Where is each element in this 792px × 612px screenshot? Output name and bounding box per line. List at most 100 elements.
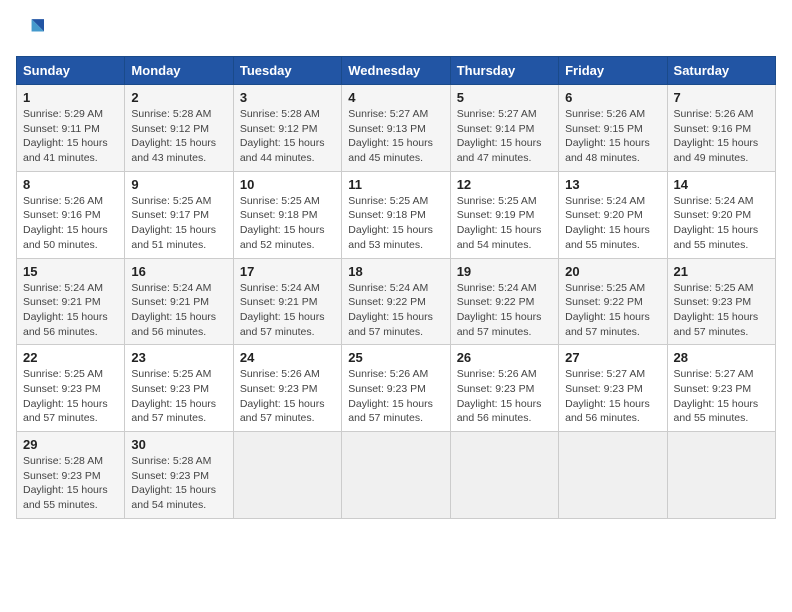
day-number: 3: [240, 90, 335, 105]
calendar-table: SundayMondayTuesdayWednesdayThursdayFrid…: [16, 56, 776, 519]
day-detail: Sunrise: 5:24 AMSunset: 9:22 PMDaylight:…: [457, 282, 542, 338]
day-number: 18: [348, 264, 443, 279]
day-number: 6: [565, 90, 660, 105]
day-number: 24: [240, 350, 335, 365]
day-detail: Sunrise: 5:24 AMSunset: 9:21 PMDaylight:…: [131, 282, 216, 338]
day-number: 13: [565, 177, 660, 192]
calendar-cell: 24 Sunrise: 5:26 AMSunset: 9:23 PMDayligh…: [233, 345, 341, 432]
calendar-header: SundayMondayTuesdayWednesdayThursdayFrid…: [17, 57, 776, 85]
day-detail: Sunrise: 5:27 AMSunset: 9:14 PMDaylight:…: [457, 108, 542, 164]
day-number: 4: [348, 90, 443, 105]
day-detail: Sunrise: 5:26 AMSunset: 9:15 PMDaylight:…: [565, 108, 650, 164]
logo-icon: [16, 16, 44, 44]
day-number: 5: [457, 90, 552, 105]
calendar-cell: 1Sunrise: 5:29 AMSunset: 9:11 PMDaylight…: [17, 85, 125, 172]
day-number: 19: [457, 264, 552, 279]
calendar-cell: [450, 432, 558, 519]
calendar-cell: 7 Sunrise: 5:26 AMSunset: 9:16 PMDaylight…: [667, 85, 775, 172]
calendar-cell: [559, 432, 667, 519]
calendar-cell: 21 Sunrise: 5:25 AMSunset: 9:23 PMDayligh…: [667, 258, 775, 345]
day-number: 25: [348, 350, 443, 365]
day-detail: Sunrise: 5:25 AMSunset: 9:23 PMDaylight:…: [674, 282, 759, 338]
day-number: 17: [240, 264, 335, 279]
day-number: 21: [674, 264, 769, 279]
day-detail: Sunrise: 5:28 AMSunset: 9:12 PMDaylight:…: [131, 108, 216, 164]
calendar-cell: 12 Sunrise: 5:25 AMSunset: 9:19 PMDayligh…: [450, 171, 558, 258]
week-row-4: 22 Sunrise: 5:25 AMSunset: 9:23 PMDayligh…: [17, 345, 776, 432]
calendar-cell: 18 Sunrise: 5:24 AMSunset: 9:22 PMDayligh…: [342, 258, 450, 345]
column-header-friday: Friday: [559, 57, 667, 85]
calendar-cell: 22 Sunrise: 5:25 AMSunset: 9:23 PMDayligh…: [17, 345, 125, 432]
day-number: 9: [131, 177, 226, 192]
day-detail: Sunrise: 5:25 AMSunset: 9:23 PMDaylight:…: [23, 368, 108, 424]
calendar-cell: [342, 432, 450, 519]
day-detail: Sunrise: 5:26 AMSunset: 9:23 PMDaylight:…: [457, 368, 542, 424]
calendar-cell: 30 Sunrise: 5:28 AMSunset: 9:23 PMDayligh…: [125, 432, 233, 519]
calendar-cell: 16 Sunrise: 5:24 AMSunset: 9:21 PMDayligh…: [125, 258, 233, 345]
column-header-wednesday: Wednesday: [342, 57, 450, 85]
day-number: 10: [240, 177, 335, 192]
day-detail: Sunrise: 5:27 AMSunset: 9:23 PMDaylight:…: [565, 368, 650, 424]
day-detail: Sunrise: 5:24 AMSunset: 9:20 PMDaylight:…: [674, 195, 759, 251]
day-number: 14: [674, 177, 769, 192]
day-detail: Sunrise: 5:25 AMSunset: 9:19 PMDaylight:…: [457, 195, 542, 251]
calendar-cell: 29 Sunrise: 5:28 AMSunset: 9:23 PMDayligh…: [17, 432, 125, 519]
day-number: 8: [23, 177, 118, 192]
calendar-body: 1Sunrise: 5:29 AMSunset: 9:11 PMDaylight…: [17, 85, 776, 519]
day-number: 28: [674, 350, 769, 365]
day-number: 29: [23, 437, 118, 452]
day-number: 30: [131, 437, 226, 452]
logo: [16, 16, 48, 44]
calendar-cell: 4 Sunrise: 5:27 AMSunset: 9:13 PMDaylight…: [342, 85, 450, 172]
calendar-cell: 8 Sunrise: 5:26 AMSunset: 9:16 PMDaylight…: [17, 171, 125, 258]
day-detail: Sunrise: 5:25 AMSunset: 9:22 PMDaylight:…: [565, 282, 650, 338]
day-number: 27: [565, 350, 660, 365]
day-detail: Sunrise: 5:26 AMSunset: 9:16 PMDaylight:…: [23, 195, 108, 251]
calendar-cell: [667, 432, 775, 519]
calendar-cell: 10 Sunrise: 5:25 AMSunset: 9:18 PMDayligh…: [233, 171, 341, 258]
day-detail: Sunrise: 5:25 AMSunset: 9:18 PMDaylight:…: [240, 195, 325, 251]
calendar-cell: 14 Sunrise: 5:24 AMSunset: 9:20 PMDayligh…: [667, 171, 775, 258]
day-number: 20: [565, 264, 660, 279]
calendar-cell: 5 Sunrise: 5:27 AMSunset: 9:14 PMDaylight…: [450, 85, 558, 172]
day-detail: Sunrise: 5:24 AMSunset: 9:21 PMDaylight:…: [23, 282, 108, 338]
column-header-monday: Monday: [125, 57, 233, 85]
calendar-cell: 19 Sunrise: 5:24 AMSunset: 9:22 PMDayligh…: [450, 258, 558, 345]
day-detail: Sunrise: 5:24 AMSunset: 9:20 PMDaylight:…: [565, 195, 650, 251]
day-detail: Sunrise: 5:28 AMSunset: 9:23 PMDaylight:…: [131, 455, 216, 511]
day-detail: Sunrise: 5:28 AMSunset: 9:23 PMDaylight:…: [23, 455, 108, 511]
day-number: 22: [23, 350, 118, 365]
calendar-cell: 2Sunrise: 5:28 AMSunset: 9:12 PMDaylight…: [125, 85, 233, 172]
day-detail: Sunrise: 5:25 AMSunset: 9:18 PMDaylight:…: [348, 195, 433, 251]
day-number: 15: [23, 264, 118, 279]
calendar-cell: 26Sunrise: 5:26 AMSunset: 9:23 PMDayligh…: [450, 345, 558, 432]
calendar-cell: 17 Sunrise: 5:24 AMSunset: 9:21 PMDayligh…: [233, 258, 341, 345]
day-detail: Sunrise: 5:27 AMSunset: 9:23 PMDaylight:…: [674, 368, 759, 424]
calendar-cell: 13 Sunrise: 5:24 AMSunset: 9:20 PMDayligh…: [559, 171, 667, 258]
day-number: 12: [457, 177, 552, 192]
day-number: 1: [23, 90, 118, 105]
column-header-saturday: Saturday: [667, 57, 775, 85]
day-number: 16: [131, 264, 226, 279]
day-number: 7: [674, 90, 769, 105]
calendar-cell: 3 Sunrise: 5:28 AMSunset: 9:12 PMDaylight…: [233, 85, 341, 172]
day-detail: Sunrise: 5:24 AMSunset: 9:22 PMDaylight:…: [348, 282, 433, 338]
calendar-cell: 27 Sunrise: 5:27 AMSunset: 9:23 PMDayligh…: [559, 345, 667, 432]
header: [16, 16, 776, 44]
week-row-1: 1Sunrise: 5:29 AMSunset: 9:11 PMDaylight…: [17, 85, 776, 172]
day-detail: Sunrise: 5:27 AMSunset: 9:13 PMDaylight:…: [348, 108, 433, 164]
week-row-5: 29 Sunrise: 5:28 AMSunset: 9:23 PMDayligh…: [17, 432, 776, 519]
day-detail: Sunrise: 5:26 AMSunset: 9:23 PMDaylight:…: [240, 368, 325, 424]
calendar-cell: 9Sunrise: 5:25 AMSunset: 9:17 PMDaylight…: [125, 171, 233, 258]
day-number: 23: [131, 350, 226, 365]
day-detail: Sunrise: 5:24 AMSunset: 9:21 PMDaylight:…: [240, 282, 325, 338]
day-detail: Sunrise: 5:26 AMSunset: 9:16 PMDaylight:…: [674, 108, 759, 164]
calendar-cell: 15 Sunrise: 5:24 AMSunset: 9:21 PMDayligh…: [17, 258, 125, 345]
calendar-cell: 23Sunrise: 5:25 AMSunset: 9:23 PMDayligh…: [125, 345, 233, 432]
day-number: 11: [348, 177, 443, 192]
column-header-tuesday: Tuesday: [233, 57, 341, 85]
calendar-cell: 6 Sunrise: 5:26 AMSunset: 9:15 PMDaylight…: [559, 85, 667, 172]
day-detail: Sunrise: 5:28 AMSunset: 9:12 PMDaylight:…: [240, 108, 325, 164]
day-detail: Sunrise: 5:26 AMSunset: 9:23 PMDaylight:…: [348, 368, 433, 424]
calendar-cell: 25 Sunrise: 5:26 AMSunset: 9:23 PMDayligh…: [342, 345, 450, 432]
